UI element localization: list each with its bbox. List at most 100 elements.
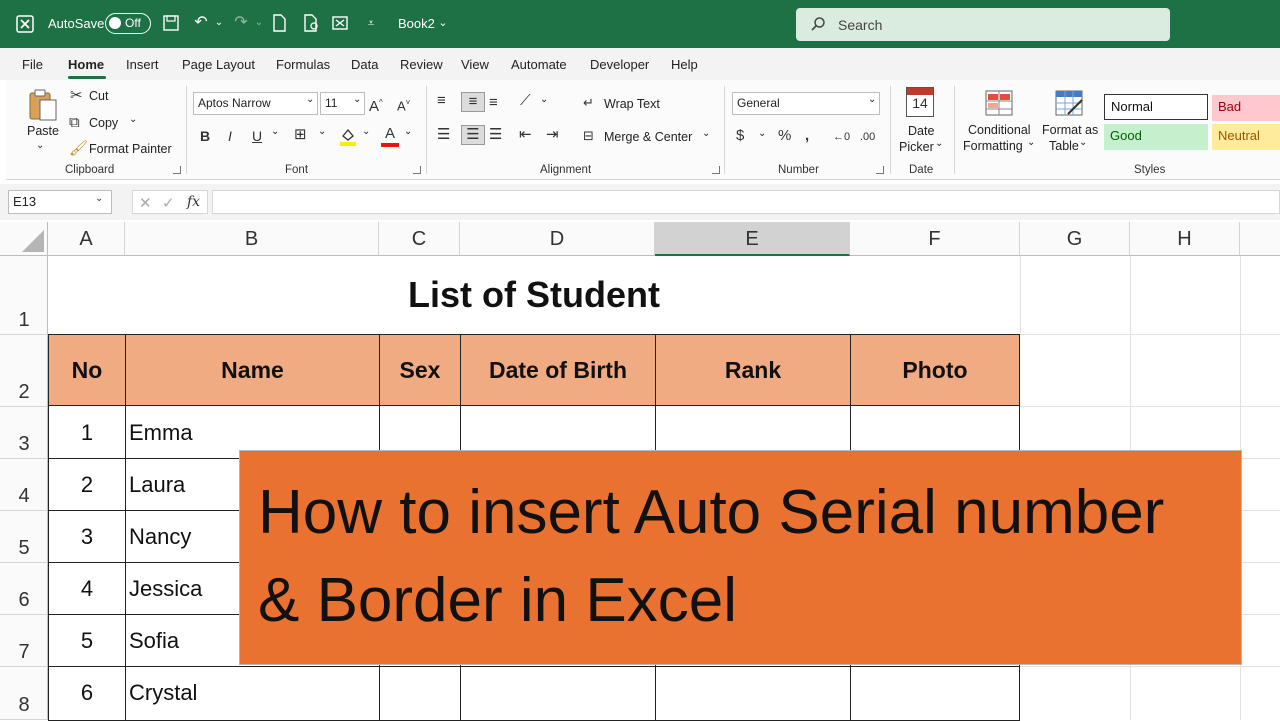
column-header-d[interactable]: D	[460, 222, 655, 256]
align-top-icon[interactable]: ≡	[437, 92, 446, 110]
row-header-8[interactable]: 8	[0, 667, 48, 720]
header-date-of-birth[interactable]: Date of Birth	[460, 334, 656, 406]
cell-no[interactable]: 5	[48, 628, 126, 654]
column-header-f[interactable]: F	[850, 222, 1020, 256]
column-header-i[interactable]	[1240, 222, 1280, 256]
workbook-name[interactable]: Book2	[398, 16, 435, 31]
header-name[interactable]: Name	[125, 334, 380, 406]
chevron-down-icon[interactable]: ⌄	[434, 14, 452, 32]
decrease-indent-icon[interactable]: ⇤	[519, 126, 532, 144]
customize-toolbar-icon[interactable]: ⩡	[362, 14, 380, 32]
paste-button[interactable]: Paste	[27, 124, 59, 138]
cell-no[interactable]: 3	[48, 524, 126, 550]
wrap-text-button[interactable]: Wrap Text	[604, 97, 660, 111]
column-header-c[interactable]: C	[379, 222, 460, 256]
column-header-b[interactable]: B	[125, 222, 379, 256]
date-picker-dropdown-icon[interactable]: ⌄	[935, 138, 943, 149]
increase-decimal-icon[interactable]: ←0	[833, 128, 850, 146]
format-as-table-dropdown-icon[interactable]: ⌄	[1079, 137, 1087, 148]
undo-dropdown-icon[interactable]: ⌄	[210, 14, 228, 32]
formula-input[interactable]	[212, 190, 1280, 214]
conditional-formatting-label-2[interactable]: Formatting	[963, 139, 1023, 153]
cell-name[interactable]: Jessica	[129, 576, 202, 602]
save-icon[interactable]	[162, 14, 180, 32]
row-header-7[interactable]: 7	[0, 615, 48, 667]
underline-dropdown-icon[interactable]: ⌄	[271, 126, 279, 137]
alignment-launcher-icon[interactable]	[712, 166, 720, 174]
redo-icon[interactable]: ↷	[232, 14, 250, 32]
format-as-table-label-2[interactable]: Table	[1049, 139, 1079, 153]
tab-review[interactable]: Review	[400, 57, 443, 72]
number-launcher-icon[interactable]	[876, 166, 884, 174]
borders-icon[interactable]: ⊞	[294, 126, 307, 144]
decrease-decimal-icon[interactable]: .00	[860, 128, 875, 146]
tab-file[interactable]: File	[22, 57, 43, 72]
bold-icon[interactable]: B	[200, 127, 210, 145]
style-normal[interactable]: Normal	[1104, 94, 1208, 120]
tab-page-layout[interactable]: Page Layout	[182, 57, 255, 72]
tab-home[interactable]: Home	[68, 57, 104, 72]
fill-color-icon[interactable]	[338, 126, 358, 151]
tab-view[interactable]: View	[461, 57, 489, 72]
wrap-text-icon[interactable]: ↵	[583, 94, 594, 112]
cell-name[interactable]: Crystal	[129, 680, 197, 706]
row-header-3[interactable]: 3	[0, 407, 48, 459]
cell-name[interactable]: Laura	[129, 472, 185, 498]
font-size-dropdown-icon[interactable]: ⌄	[353, 94, 361, 105]
style-bad[interactable]: Bad	[1212, 95, 1280, 121]
autosave-toggle[interactable]: Off	[105, 13, 151, 34]
currency-dropdown-icon[interactable]: ⌄	[758, 128, 766, 139]
decrease-font-icon[interactable]: A˅	[397, 94, 410, 115]
name-box-dropdown-icon[interactable]: ⌄	[95, 193, 103, 204]
comma-style-icon[interactable]: ,	[805, 127, 809, 145]
borders-dropdown-icon[interactable]: ⌄	[318, 126, 326, 137]
tab-data[interactable]: Data	[351, 57, 378, 72]
tab-insert[interactable]: Insert	[126, 57, 159, 72]
cell-no[interactable]: 6	[48, 680, 126, 706]
font-color-dropdown-icon[interactable]: ⌄	[404, 126, 412, 137]
format-as-table-label-1[interactable]: Format as	[1042, 123, 1098, 137]
clipboard-launcher-icon[interactable]	[173, 166, 181, 174]
row-header-5[interactable]: 5	[0, 511, 48, 563]
select-cells-icon[interactable]	[331, 14, 349, 32]
cancel-icon[interactable]: ✕	[139, 194, 152, 212]
row-header-4[interactable]: 4	[0, 459, 48, 511]
column-header-a[interactable]: A	[48, 222, 125, 256]
style-good[interactable]: Good	[1104, 124, 1208, 150]
align-bottom-icon[interactable]: ≡	[489, 94, 498, 112]
tab-automate[interactable]: Automate	[511, 57, 567, 72]
cell-no[interactable]: 2	[48, 472, 126, 498]
enter-icon[interactable]: ✓	[162, 194, 175, 212]
row-header-6[interactable]: 6	[0, 563, 48, 615]
print-preview-icon[interactable]	[302, 14, 320, 32]
insert-function-icon[interactable]: fx	[187, 194, 200, 210]
number-format-select[interactable]: General	[732, 92, 880, 115]
header-sex[interactable]: Sex	[379, 334, 461, 406]
redo-dropdown-icon[interactable]: ⌄	[250, 14, 268, 32]
new-file-icon[interactable]	[270, 14, 288, 32]
align-left-icon[interactable]: ☰	[437, 126, 450, 144]
search-box[interactable]: Search	[796, 8, 1170, 41]
conditional-formatting-icon[interactable]	[984, 88, 1014, 123]
undo-icon[interactable]: ↶	[192, 14, 210, 32]
copy-button[interactable]: Copy	[89, 116, 118, 130]
align-right-icon[interactable]: ☰	[489, 126, 502, 144]
header-no[interactable]: No	[48, 334, 126, 406]
paste-icon[interactable]	[27, 88, 59, 127]
header-rank[interactable]: Rank	[655, 334, 851, 406]
font-color-icon[interactable]: A	[380, 125, 400, 147]
cell-name[interactable]: Sofia	[129, 628, 179, 654]
date-picker-label-1[interactable]: Date	[908, 124, 934, 138]
underline-icon[interactable]: U	[252, 127, 262, 145]
calendar-icon[interactable]: 14	[906, 87, 934, 117]
increase-indent-icon[interactable]: ⇥	[546, 126, 559, 144]
merge-center-icon[interactable]: ⊟	[583, 127, 594, 145]
tab-developer[interactable]: Developer	[590, 57, 649, 72]
cell-name[interactable]: Nancy	[129, 524, 191, 550]
column-header-g[interactable]: G	[1020, 222, 1130, 256]
merge-center-button[interactable]: Merge & Center	[604, 130, 692, 144]
header-photo[interactable]: Photo	[850, 334, 1020, 406]
orientation-icon[interactable]: ⟋	[520, 92, 531, 110]
fill-color-dropdown-icon[interactable]: ⌄	[362, 126, 370, 137]
column-header-e[interactable]: E	[655, 222, 850, 256]
